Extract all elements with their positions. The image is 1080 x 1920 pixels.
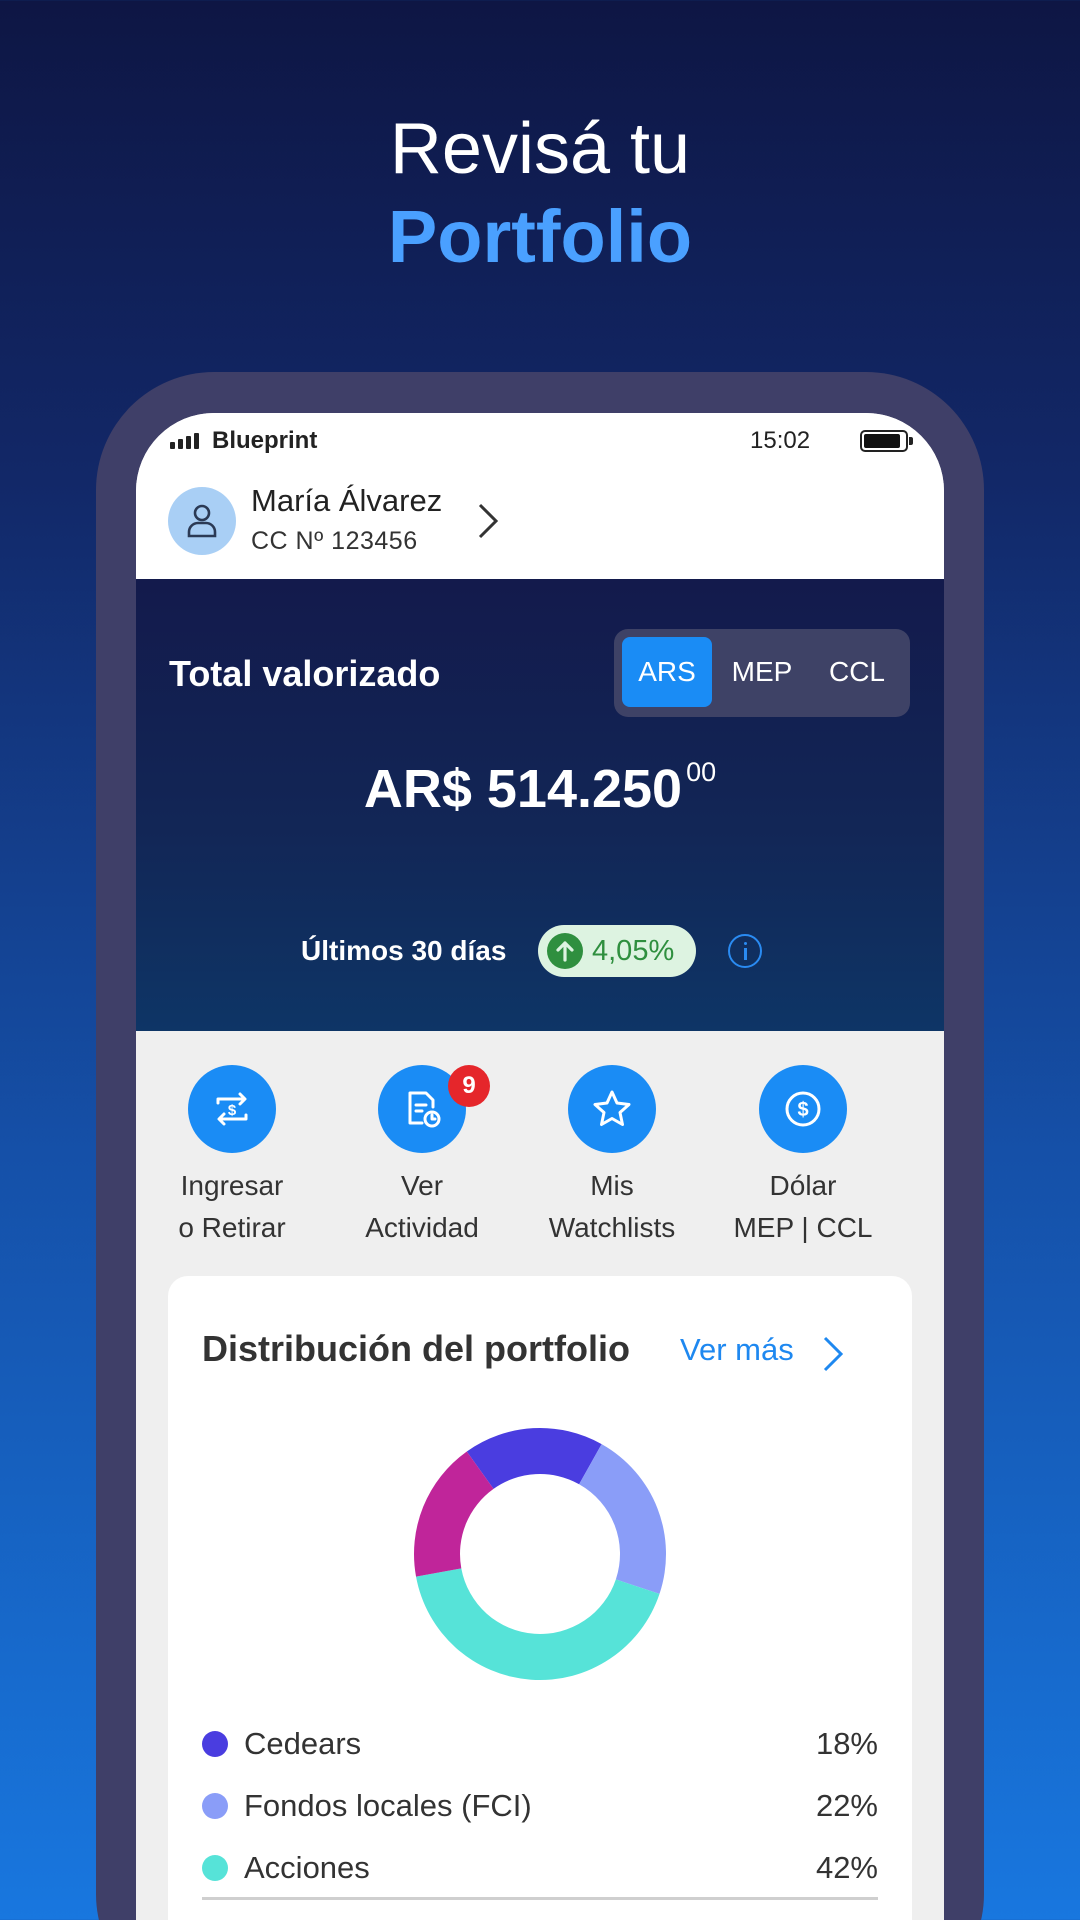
portfolio-donut-chart [414,1427,667,1681]
legend-value: 42% [815,1850,878,1885]
avatar [168,487,236,555]
chart-legend: Cedears 18% Fondos locales (FCI) 22% Acc… [202,1712,878,1898]
amount-value: AR$ 514.250 [363,759,683,819]
slice-acciones [416,1568,660,1681]
user-header[interactable]: María Álvarez CC Nº 123456 [136,469,944,579]
currency-mep-button[interactable]: MEP [716,637,808,707]
chevron-right-icon[interactable] [822,1334,844,1374]
action-label: Dólar MEP | CCL [733,1170,873,1243]
legend-item: Fondos locales (FCI) 22% [202,1774,878,1836]
deposit-withdraw-button[interactable]: $ Ingresar o Retirar [137,1065,327,1249]
legend-item: Cedears 18% [202,1712,878,1774]
legend-label: Acciones [244,1850,370,1885]
balance-label: Total valorizado [169,653,441,694]
watchlists-button[interactable]: Mis Watchlists [517,1065,707,1249]
distribution-title: Distribución del portfolio [202,1328,630,1369]
activity-icon [408,1091,441,1128]
account-number: CC Nº 123456 [251,527,418,555]
svg-text:$: $ [228,1102,237,1119]
change-badge: 4,05% [538,925,696,977]
battery-icon [860,430,913,452]
legend-dot-cedears [202,1731,228,1757]
user-name: María Álvarez [251,483,443,518]
chevron-right-icon [478,503,499,539]
status-bar: Blueprint 15:02 [136,413,944,469]
activity-button[interactable]: 9 Ver Actividad [327,1065,517,1249]
action-label: Ver Actividad [365,1170,479,1243]
period-label: Últimos 30 días [301,935,507,966]
carrier-name: Blueprint [212,427,318,454]
legend-value: 22% [815,1788,878,1823]
legend-label: Fondos locales (FCI) [244,1788,532,1823]
notification-badge: 9 [448,1065,490,1107]
currency-ars-button[interactable]: ARS [622,637,712,707]
legend-dot-fondos [202,1793,228,1819]
distribution-card: Distribución del portfolio Ver más Cedea… [168,1276,912,1920]
hero-line-1: Revisá tu [389,109,691,189]
balance-panel: Total valorizado ARS MEP CCL AR$ 514.250… [136,579,944,1031]
user-icon [187,504,217,538]
info-icon[interactable] [728,934,762,968]
star-icon [593,1090,631,1126]
arrow-up-icon [547,933,583,969]
dollar-icon: $ [785,1091,821,1127]
performance-row: Últimos 30 días 4,05% [136,925,944,977]
hero-line-2: Portfolio [387,195,693,278]
divider [202,1897,878,1900]
dollar-mep-ccl-button[interactable]: $ Dólar MEP | CCL [708,1065,898,1249]
action-label: Ingresar o Retirar [178,1170,286,1243]
legend-item: Acciones 42% [202,1836,878,1898]
change-value: 4,05% [592,935,675,967]
see-more-link[interactable]: Ver más [680,1332,794,1368]
svg-text:$: $ [797,1099,808,1121]
slice-fondos [579,1444,667,1594]
status-time: 15:02 [750,427,811,454]
hero-title: Revisá tu Portfolio [0,105,1080,281]
quick-actions: $ Ingresar o Retirar 9 Ver Actividad Mis… [136,1031,944,1261]
currency-ccl-button[interactable]: CCL [812,637,902,707]
legend-label: Cedears [244,1726,362,1761]
legend-value: 18% [815,1726,878,1761]
slice-cedears [466,1427,602,1489]
phone-screen: Blueprint 15:02 María Álvarez CC Nº 1234… [136,413,944,1920]
amount-decimals: 00 [686,757,717,787]
total-amount: AR$ 514.250 00 [136,757,944,820]
legend-dot-acciones [202,1855,228,1881]
currency-toggle: ARS MEP CCL [614,629,910,717]
transfer-icon: $ [216,1092,248,1126]
action-label: Mis Watchlists [548,1170,676,1243]
